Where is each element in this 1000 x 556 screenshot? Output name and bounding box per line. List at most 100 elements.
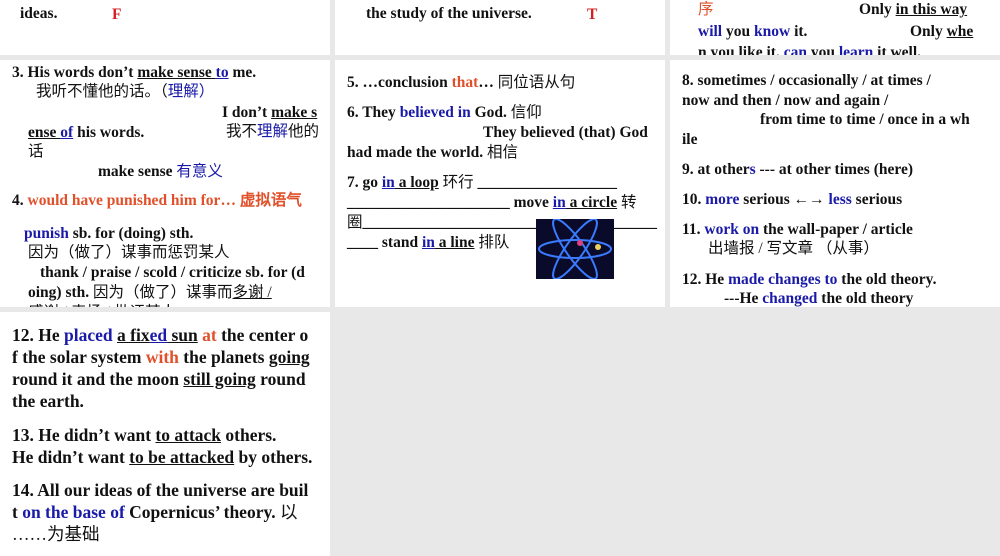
text-segment: it.	[790, 23, 808, 40]
text-segment: it well.	[873, 44, 922, 55]
text-line: 出墙报 / 写文章 （从事）	[708, 240, 879, 258]
text-segment: ed	[149, 325, 168, 345]
text-line: 10. more serious ←→ less serious	[682, 191, 902, 209]
text-segment: 6. They	[347, 104, 400, 121]
slide-top-right: 序 Only in this way will you know it. Onl…	[670, 0, 1000, 55]
text-segment: 9. at other	[682, 161, 750, 178]
text-segment: know	[754, 23, 791, 40]
text-segment: the old theory.	[837, 271, 937, 288]
text-line: 3. His words don’t make sense to me.	[12, 64, 256, 82]
text-segment: 感谢 / 表扬 / 批评某人	[28, 304, 176, 307]
text-line: 14. All our ideas of the universe are bu…	[12, 480, 308, 500]
atom-orbit-image	[536, 218, 614, 280]
text-segment: will	[698, 23, 723, 40]
text-segment: 信仰	[510, 104, 542, 121]
text-segment: 话	[28, 143, 44, 160]
text-segment: 3. His words don’t	[12, 64, 138, 81]
text-segment: 7. go	[347, 174, 382, 191]
text-segment: the wall-paper / article	[759, 221, 913, 238]
text-segment: serious ←→	[739, 191, 829, 208]
text-segment: to	[215, 64, 229, 81]
text-line: 5. …conclusion that… 同位语从句	[347, 74, 575, 92]
text-segment: 因为（做了）谋事而	[93, 284, 233, 301]
text-segment: 有意义	[176, 163, 223, 180]
text-segment: from time to time / once in a wh	[760, 111, 970, 128]
text-segment: by others.	[234, 447, 313, 467]
text-segment: 我不	[226, 123, 258, 140]
text-line: F	[112, 6, 121, 24]
text-segment: you	[722, 23, 754, 40]
text-line: from time to time / once in a wh	[760, 111, 970, 129]
text-segment: me.	[228, 64, 257, 81]
text-segment: believed in	[399, 104, 471, 121]
text-segment: 出墙报 / 写文章 （从事）	[708, 240, 879, 257]
text-segment: n you like it,	[698, 44, 784, 55]
text-segment: more	[705, 191, 740, 208]
text-segment: others.	[221, 425, 277, 445]
text-segment: a circle	[565, 194, 618, 211]
slide-top-middle: the study of the universe. T	[335, 0, 665, 55]
text-segment: of	[60, 124, 74, 141]
text-line: thank / praise / scold / criticize sb. f…	[40, 264, 305, 282]
text-line: 感谢 / 表扬 / 批评某人	[28, 304, 176, 307]
text-segment: that	[451, 74, 479, 91]
text-segment: a line	[434, 234, 475, 251]
text-segment: in	[381, 174, 395, 191]
text-line: I don’t make s	[222, 104, 317, 122]
text-segment: thank / praise / scold / criticize sb. f…	[40, 264, 305, 281]
text-line: 12. He placed a fixed sun at the center …	[12, 325, 308, 345]
text-segment: ）	[198, 83, 215, 100]
text-segment: you	[806, 44, 839, 55]
text-segment: God.	[470, 104, 511, 121]
text-segment: 8. sometimes / occasionally / at times /	[682, 72, 931, 89]
text-segment: a loop	[394, 174, 439, 191]
text-line: 我听不懂他的话。（理解）	[36, 83, 214, 101]
text-segment: the planets	[178, 347, 269, 367]
text-line: t on the base of Copernicus’ theory. 以	[12, 502, 298, 522]
text-segment: had made the world.	[347, 144, 487, 161]
text-line: round it and the moon still going round	[12, 369, 306, 389]
text-line: 12. He made changes to the old theory.	[682, 271, 936, 289]
text-segment: __________________	[473, 174, 618, 191]
text-segment: the study of the universe.	[366, 5, 532, 22]
text-line: 话	[28, 143, 44, 161]
text-segment: 理解	[257, 123, 289, 140]
text-segment: round	[255, 369, 306, 389]
text-segment: 14. All our ideas of the universe are bu…	[12, 480, 309, 500]
text-line: Only in this way	[859, 1, 967, 19]
text-line: ideas.	[20, 5, 57, 23]
text-line: 11. work on the wall-paper / article	[682, 221, 913, 239]
text-segment: …	[478, 74, 498, 91]
text-line: now and then / now and again /	[682, 92, 888, 110]
text-line: T	[587, 6, 597, 24]
text-segment: his words.	[73, 124, 145, 141]
text-segment: 转	[620, 194, 637, 211]
text-segment: 13. He didn’t want	[12, 425, 156, 445]
text-segment: T	[587, 6, 598, 23]
text-line: ____ stand in a line 排队	[347, 234, 509, 252]
text-line: 序	[698, 1, 714, 19]
text-segment: 排队	[478, 234, 510, 251]
text-segment: Copernicus’ theory.	[124, 502, 280, 522]
slide-vocab-5-7: 5. …conclusion that… 同位语从句 6. They belie…	[335, 60, 665, 307]
text-segment: can	[783, 44, 807, 55]
text-segment: ……为基础	[12, 524, 100, 544]
text-segment: 相信	[486, 144, 518, 161]
text-line: 13. He didn’t want to attack others.	[12, 425, 276, 445]
text-segment: Only	[859, 1, 896, 18]
text-segment: at	[202, 325, 217, 345]
slide-vocab-12-14: 12. He placed a fixed sun at the center …	[0, 312, 330, 556]
text-line: will you know it.	[698, 23, 807, 41]
text-segment: on the base of	[22, 502, 125, 522]
text-segment: placed	[64, 325, 113, 345]
text-line: the study of the universe.	[366, 5, 532, 23]
text-line: ---He changed the old theory	[724, 290, 913, 307]
text-line: f the solar system with the planets goin…	[12, 347, 310, 367]
text-line: He didn’t want to be attacked by others.	[12, 447, 312, 467]
text-segment: 因为（做了）谋事而惩罚某人	[28, 244, 230, 261]
text-segment: 我听不懂他的话。（	[36, 83, 168, 100]
text-segment: 12. He	[12, 325, 65, 345]
text-segment: ____ stand	[347, 234, 422, 251]
text-segment: sun	[167, 325, 198, 345]
text-segment: learn	[838, 44, 874, 55]
